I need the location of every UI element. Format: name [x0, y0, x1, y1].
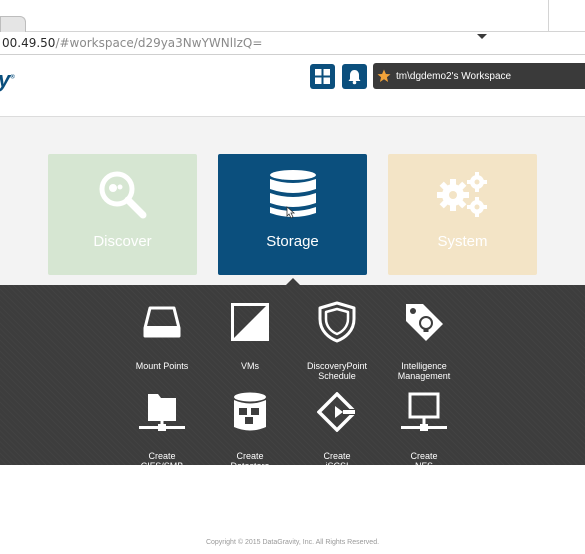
grid-icon [315, 69, 330, 84]
submenu-label: Intelligence Management [397, 361, 451, 381]
shield-icon [318, 301, 356, 343]
iscsi-icon [317, 392, 357, 432]
submenu-create-iscsi[interactable]: Create iSCSI [293, 390, 381, 471]
url-host: 00.49.50 [2, 36, 56, 50]
tile-storage[interactable]: Storage [218, 154, 367, 275]
address-bar[interactable]: 00.49.50/#workspace/d29ya3NwYWNlIzQ= [0, 32, 585, 55]
tile-system[interactable]: System [388, 154, 537, 275]
browser-tab-strip [0, 0, 585, 32]
workspace-selector[interactable]: tm\dgdemo2's Workspace [373, 63, 585, 89]
tab-strip-divider [548, 0, 549, 32]
tile-storage-label: Storage [266, 233, 319, 250]
datastore-icon [234, 392, 266, 431]
monitor-network-icon [401, 392, 447, 431]
workspace-caret [477, 34, 487, 39]
submenu-intelligence-management[interactable]: Intelligence Management [380, 300, 468, 381]
tag-bulb-icon [406, 304, 443, 341]
notifications-button[interactable] [342, 64, 367, 89]
vm-icon [231, 303, 269, 341]
submenu-label: VMs [241, 361, 259, 371]
submenu-create-cifs-smb[interactable]: Create CIFS/SMB [118, 390, 206, 471]
submenu-label: Create iSCSI [323, 451, 351, 471]
submenu-create-nfs[interactable]: Create NFS [380, 390, 468, 471]
url-text[interactable]: 00.49.50/#workspace/d29ya3NwYWNlIzQ= [2, 36, 262, 50]
submenu-label: Create NFS [410, 451, 438, 471]
star-icon [377, 69, 391, 82]
submenu-discoverypoint-schedule[interactable]: DiscoveryPoint Schedule [293, 300, 381, 381]
submenu-label: DiscoveryPoint Schedule [306, 361, 368, 381]
submenu-vms[interactable]: VMs [206, 300, 294, 371]
selected-tile-pointer [286, 278, 300, 285]
submenu-label: Mount Points [135, 361, 189, 371]
bell-icon [348, 69, 361, 84]
tile-discover[interactable]: Discover [48, 154, 197, 275]
database-icon [269, 170, 316, 219]
workspace-label: tm\dgdemo2's Workspace [396, 70, 512, 82]
gears-icon [436, 172, 487, 217]
browser-tab[interactable] [0, 16, 26, 32]
drive-icon [143, 306, 181, 338]
submenu-mount-points[interactable]: Mount Points [118, 300, 206, 371]
brand-logo[interactable]: y® [0, 67, 15, 93]
search-icon [99, 171, 146, 219]
footer-copyright: Copyright © 2015 DataGravity, Inc. All R… [205, 539, 380, 546]
apps-button[interactable] [310, 64, 335, 89]
tile-discover-label: Discover [93, 233, 152, 250]
storage-submenu: Mount Points VMs DiscoveryPoint Schedule [0, 285, 585, 471]
submenu-label: Create CIFS/SMB [140, 451, 184, 471]
folder-network-icon [139, 394, 185, 431]
submenu-label: Create Datastore [230, 451, 270, 471]
main-area: Discover Storage System [0, 117, 585, 285]
app-header: y® tm\dgdemo2's Workspace [0, 55, 585, 117]
submenu-create-datastore[interactable]: Create Datastore [206, 390, 294, 471]
tile-system-label: System [437, 233, 488, 250]
url-path: /#workspace/d29ya3NwYWNlIzQ= [55, 36, 263, 50]
